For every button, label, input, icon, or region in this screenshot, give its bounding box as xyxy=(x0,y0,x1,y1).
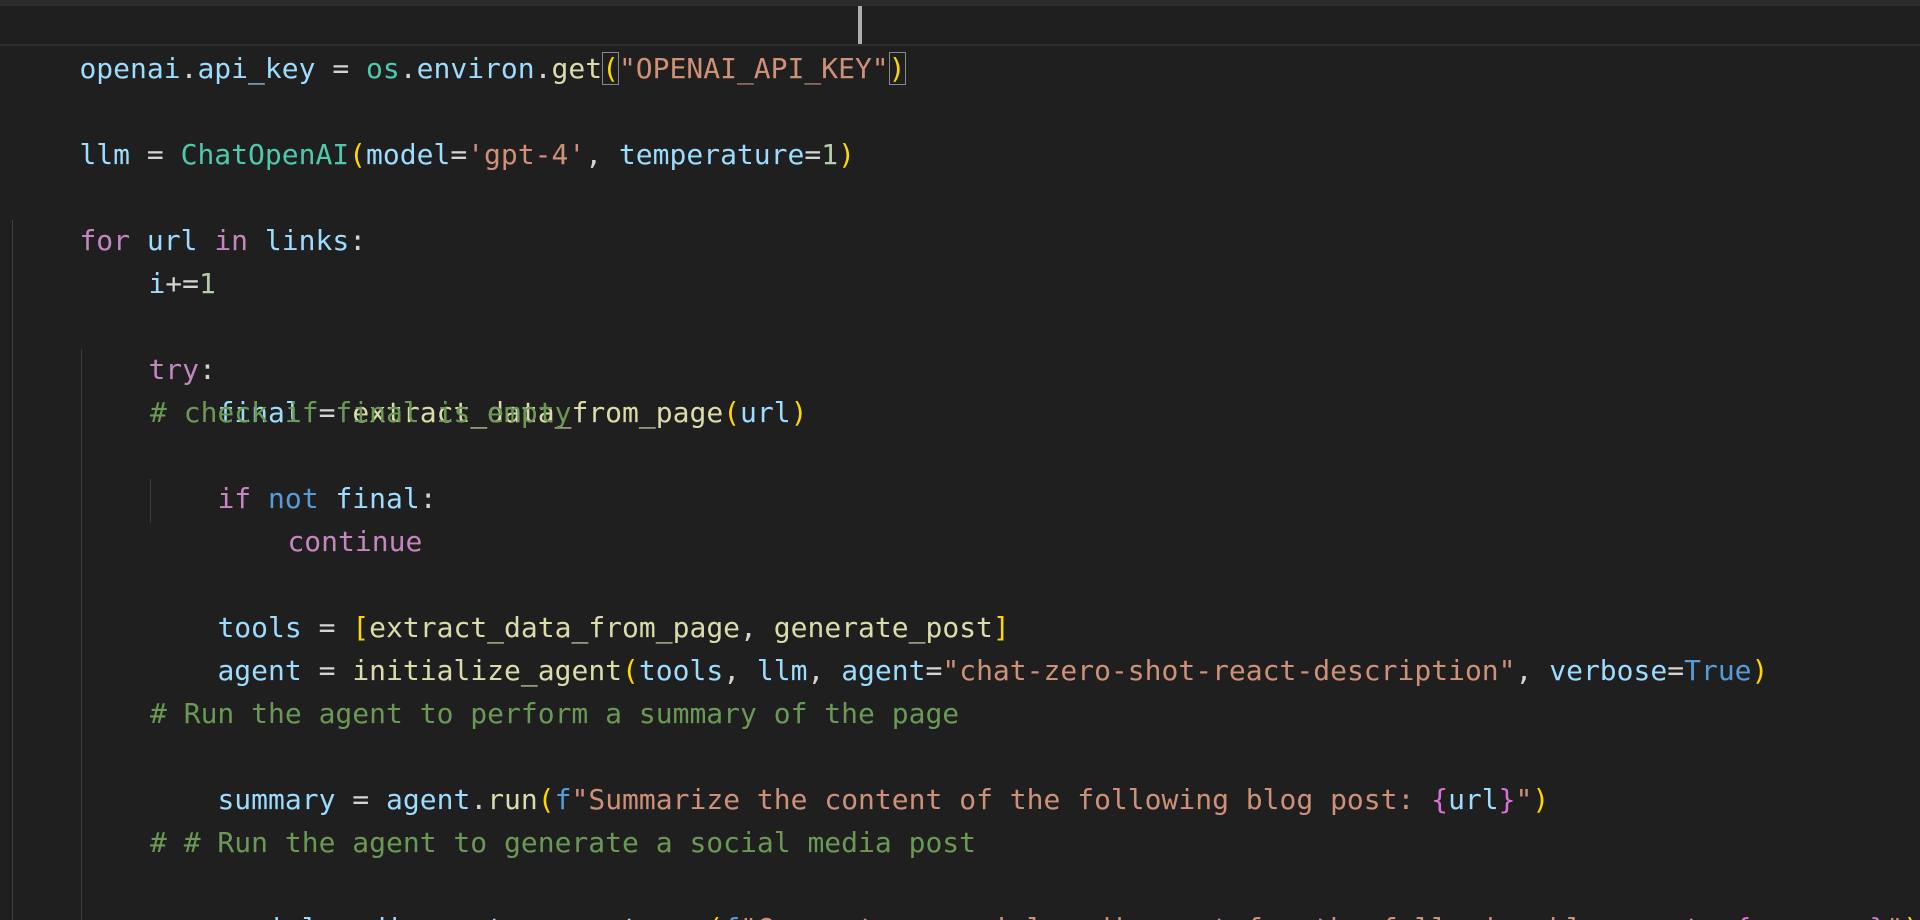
token-brace-close: } xyxy=(1498,783,1516,816)
token-agent: agent xyxy=(386,783,471,816)
token-brace-open: { xyxy=(1431,783,1449,816)
bracket-match-close: ) xyxy=(888,52,906,85)
code-line-9[interactable]: final = extract_data_from_page(url) xyxy=(150,348,807,429)
token-equals: = xyxy=(450,138,468,171)
token-verbose-kw: verbose xyxy=(1549,654,1668,687)
token-paren-open: ( xyxy=(723,396,741,429)
code-line-12[interactable]: continue xyxy=(220,477,422,558)
code-line-1[interactable]: openai.api_key = os.environ.get("OPENAI_… xyxy=(12,4,906,85)
code-editor[interactable]: openai.api_key = os.environ.get("OPENAI_… xyxy=(0,0,1920,920)
token-equals: = xyxy=(1667,654,1685,687)
token-url: url xyxy=(1448,783,1499,816)
token-temperature-kw: temperature xyxy=(618,138,805,171)
token-os: os xyxy=(366,52,400,85)
code-line-17-comment[interactable]: # Run the agent to perform a summary of … xyxy=(150,692,959,735)
token-get: get xyxy=(551,52,603,85)
token-run: run xyxy=(656,912,707,920)
token-comma: , xyxy=(1515,654,1550,687)
token-environ: environ xyxy=(416,52,535,85)
token-string-api-key: "OPENAI_API_KEY" xyxy=(618,52,889,85)
token-paren-close: ) xyxy=(1903,912,1920,920)
token-assign: = xyxy=(301,654,353,687)
token-colon: : xyxy=(349,224,367,257)
token-dot: . xyxy=(180,52,198,85)
token-fstring-prefix: f xyxy=(554,783,572,816)
token-model-value: 'gpt-4' xyxy=(467,138,586,171)
token-comma: , xyxy=(585,138,619,171)
token-assign: = xyxy=(315,52,367,85)
token-equals: = xyxy=(804,138,822,171)
token-assign: = xyxy=(130,138,181,171)
token-social-media-post: social_media_post xyxy=(217,912,504,920)
token-agent-type-string: "chat-zero-shot-react-description" xyxy=(942,654,1516,687)
token-brace-open: { xyxy=(1735,912,1752,920)
token-one: 1 xyxy=(199,267,216,300)
code-line-20-comment[interactable]: # # Run the agent to generate a social m… xyxy=(150,821,976,864)
token-api-key: api_key xyxy=(197,52,316,85)
code-line-10-comment[interactable]: # check if final is empty xyxy=(150,391,571,434)
token-url: url xyxy=(740,396,791,429)
token-quote: " xyxy=(1886,912,1903,920)
indent-guide-try-block xyxy=(81,350,82,920)
token-assign: = xyxy=(335,783,387,816)
token-continue: continue xyxy=(287,525,423,558)
token-llm: llm xyxy=(756,654,808,687)
token-paren-close: ) xyxy=(1532,783,1550,816)
token-dot: . xyxy=(470,783,488,816)
token-initialize-agent: initialize_agent xyxy=(352,654,623,687)
token-paren-open: ( xyxy=(537,783,555,816)
token-comma: , xyxy=(723,654,757,687)
token-llm: llm xyxy=(79,138,131,171)
code-line-15[interactable]: agent = initialize_agent(tools, llm, age… xyxy=(150,606,1768,687)
token-equals: = xyxy=(925,654,943,687)
token-paren-open: ( xyxy=(622,654,639,687)
code-line-21[interactable]: social_media_post = agent.run(f"Generate… xyxy=(150,864,1920,920)
token-fstring-text: "Summarize the content of the following … xyxy=(571,783,1432,816)
token-tools: tools xyxy=(638,654,724,687)
token-fstring-prefix: f xyxy=(723,912,740,920)
token-plus-assign: += xyxy=(165,267,200,300)
code-line-6[interactable]: i+=1 xyxy=(81,219,215,300)
token-comma: , xyxy=(807,654,842,687)
token-fstring-text: "Generate a social media post for the fo… xyxy=(740,912,1735,920)
token-true: True xyxy=(1684,654,1752,687)
token-paren-close: ) xyxy=(790,396,808,429)
token-paren-open: ( xyxy=(349,138,367,171)
code-line-8[interactable]: try: xyxy=(81,305,215,386)
code-line-14[interactable]: tools = [extract_data_from_page, generat… xyxy=(150,563,1009,644)
code-line-3[interactable]: llm = ChatOpenAI(model='gpt-4', temperat… xyxy=(12,90,855,171)
token-agent-kw: agent xyxy=(841,654,926,687)
text-cursor xyxy=(858,6,862,44)
token-quote: " xyxy=(1515,783,1533,816)
code-line-18[interactable]: summary = agent.run(f"Summarize the cont… xyxy=(150,735,1549,816)
token-paren-close: ) xyxy=(1751,654,1769,687)
token-brace-close: } xyxy=(1870,912,1887,920)
token-assign: = xyxy=(504,912,555,920)
token-dot: . xyxy=(534,52,552,85)
indent-guide-for-block xyxy=(12,220,13,920)
token-model-kw: model xyxy=(366,138,451,171)
token-summary: summary xyxy=(217,783,336,816)
token-chatopenai: ChatOpenAI xyxy=(180,138,350,171)
token-summary: summary xyxy=(1752,912,1870,920)
token-links: links xyxy=(264,224,350,257)
token-agent: agent xyxy=(217,654,302,687)
token-dot: . xyxy=(399,52,417,85)
token-temperature-value: 1 xyxy=(821,138,839,171)
token-in: in xyxy=(214,224,249,257)
bracket-match-open: ( xyxy=(602,52,619,85)
token-paren-close: ) xyxy=(838,138,855,171)
code-line-11[interactable]: if not final: xyxy=(150,434,436,515)
token-openai: openai xyxy=(79,52,181,85)
token-dot: . xyxy=(639,912,656,920)
code-line-5[interactable]: for url in links: xyxy=(12,176,366,257)
token-paren-open: ( xyxy=(706,912,723,920)
token-run: run xyxy=(487,783,538,816)
token-agent: agent xyxy=(555,912,639,920)
token-i: i xyxy=(148,267,166,300)
